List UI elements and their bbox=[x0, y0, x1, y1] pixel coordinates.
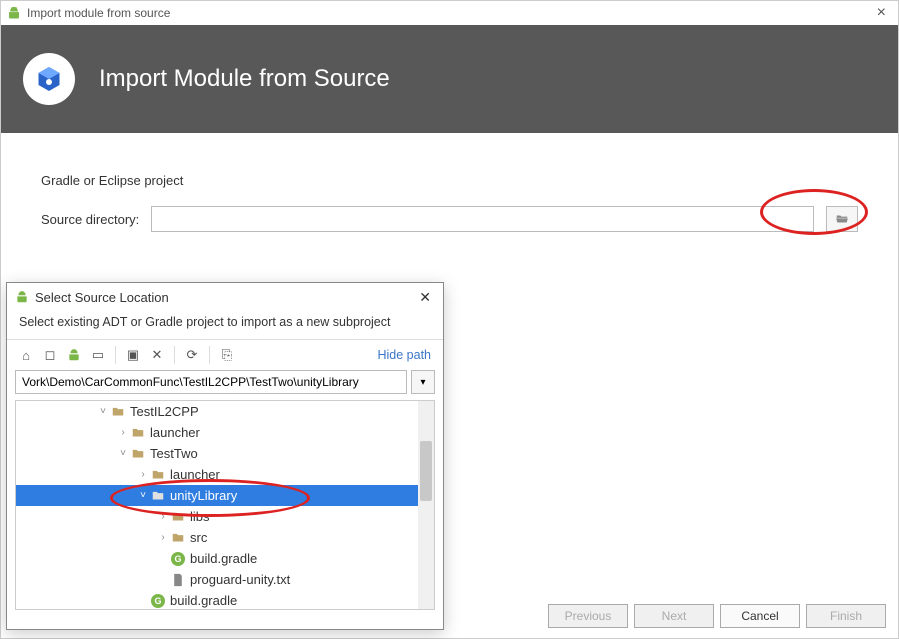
scrollbar[interactable] bbox=[418, 401, 434, 609]
chevron-icon: › bbox=[116, 427, 130, 438]
tree-row[interactable]: Gbuild.gradle bbox=[16, 548, 434, 569]
tree-label: TestTwo bbox=[150, 446, 198, 461]
window-title: Import module from source bbox=[27, 6, 170, 20]
refresh-icon[interactable]: ⟳ bbox=[181, 344, 203, 366]
banner-title: Import Module from Source bbox=[99, 65, 390, 93]
tree-label: launcher bbox=[150, 425, 200, 440]
scrollbar-thumb[interactable] bbox=[420, 441, 432, 501]
hide-path-link[interactable]: Hide path bbox=[377, 348, 435, 362]
window-close-button[interactable]: × bbox=[871, 4, 892, 22]
source-directory-input[interactable] bbox=[151, 206, 814, 232]
tree-row[interactable]: ˅ TestTwo bbox=[16, 443, 434, 464]
dialog-close-button[interactable]: ✕ bbox=[415, 289, 435, 306]
tree-label: build.gradle bbox=[170, 593, 237, 608]
path-history-dropdown[interactable]: ▾ bbox=[411, 370, 435, 394]
tree-row[interactable]: › launcher bbox=[16, 464, 434, 485]
tree-label: launcher bbox=[170, 467, 220, 482]
home-icon[interactable]: ⌂ bbox=[15, 344, 37, 366]
select-source-dialog: Select Source Location ✕ Select existing… bbox=[6, 282, 444, 630]
tree-label: build.gradle bbox=[190, 551, 257, 566]
tree-row[interactable]: › launcher bbox=[16, 422, 434, 443]
tree-label: unityLibrary bbox=[170, 488, 237, 503]
dialog-description: Select existing ADT or Gradle project to… bbox=[7, 311, 443, 339]
android-icon bbox=[15, 290, 29, 304]
chevron-icon: › bbox=[136, 469, 150, 480]
source-directory-label: Source directory: bbox=[41, 212, 139, 227]
banner-icon bbox=[23, 53, 75, 105]
copy-path-icon[interactable]: ⎘ bbox=[216, 344, 238, 366]
finish-button[interactable]: Finish bbox=[806, 604, 886, 628]
cancel-button[interactable]: Cancel bbox=[720, 604, 800, 628]
dialog-titlebar: Select Source Location ✕ bbox=[7, 283, 443, 311]
delete-icon[interactable]: ✕ bbox=[146, 344, 168, 366]
next-button[interactable]: Next bbox=[634, 604, 714, 628]
new-folder-icon[interactable]: ▣ bbox=[122, 344, 144, 366]
folder-open-icon bbox=[834, 212, 850, 226]
dialog-toolbar: ⌂ ◻ ▭ ▣ ✕ ⟳ ⎘ Hide path bbox=[7, 340, 443, 370]
tree-label: libs bbox=[190, 509, 210, 524]
chevron-icon: ˅ bbox=[96, 406, 110, 417]
tree-row[interactable]: › libs bbox=[16, 506, 434, 527]
source-directory-row: Source directory: bbox=[41, 206, 858, 232]
module-icon[interactable]: ▭ bbox=[87, 344, 109, 366]
wizard-content: Gradle or Eclipse project Source directo… bbox=[1, 133, 898, 232]
android-project-icon[interactable] bbox=[63, 344, 85, 366]
chevron-icon: ˅ bbox=[116, 448, 130, 459]
tree-label: proguard-unity.txt bbox=[190, 572, 290, 587]
path-row: ▾ bbox=[7, 370, 443, 400]
previous-button[interactable]: Previous bbox=[548, 604, 628, 628]
wizard-button-bar: Previous Next Cancel Finish bbox=[548, 604, 886, 628]
tree-label: TestIL2CPP bbox=[130, 404, 199, 419]
chevron-icon: ˅ bbox=[136, 490, 150, 501]
chevron-icon: › bbox=[156, 511, 170, 522]
android-icon bbox=[7, 6, 21, 20]
tree-label: src bbox=[190, 530, 207, 545]
form-subtitle: Gradle or Eclipse project bbox=[41, 173, 858, 188]
dialog-title: Select Source Location bbox=[35, 290, 169, 305]
tree-row[interactable]: ˅ TestIL2CPP bbox=[16, 401, 434, 422]
chevron-icon: › bbox=[156, 532, 170, 543]
browse-button[interactable] bbox=[826, 206, 858, 232]
tree-row[interactable]: › src bbox=[16, 527, 434, 548]
tree-row[interactable]: Gbuild.gradle bbox=[16, 590, 434, 610]
tree-row[interactable]: ˅ unityLibrary bbox=[16, 485, 434, 506]
file-tree[interactable]: ˅TestIL2CPP›launcher˅TestTwo›launcher˅un… bbox=[15, 400, 435, 610]
tree-row[interactable]: proguard-unity.txt bbox=[16, 569, 434, 590]
path-input[interactable] bbox=[15, 370, 407, 394]
wizard-banner: Import Module from Source bbox=[1, 25, 898, 133]
desktop-icon[interactable]: ◻ bbox=[39, 344, 61, 366]
wizard-titlebar: Import module from source × bbox=[1, 1, 898, 25]
